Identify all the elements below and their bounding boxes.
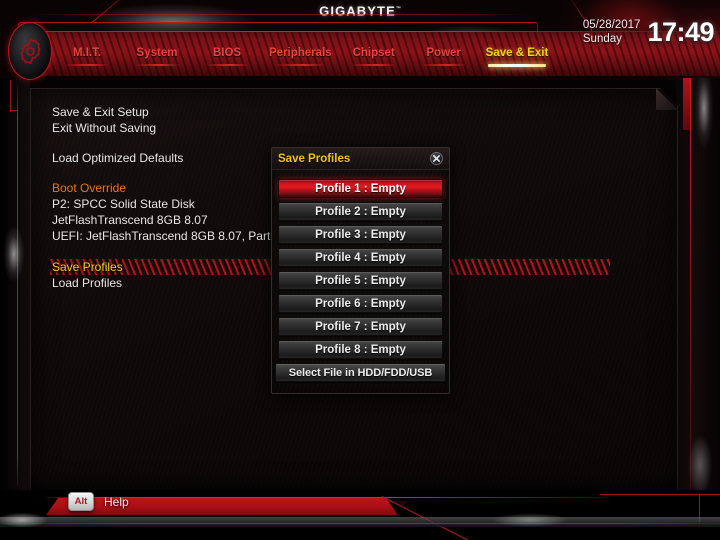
profile-button-label: Profile 7 : Empty (315, 320, 406, 333)
close-icon-glyph (432, 154, 441, 163)
tab-underline-active (487, 64, 547, 67)
tab-underline (134, 64, 180, 66)
dialog-titlebar: Save Profiles (272, 148, 449, 170)
tab-label: M.I.T. (72, 47, 102, 59)
profile-button-label: Profile 6 : Empty (315, 297, 406, 310)
menu-item-label: Load Profiles (52, 276, 123, 290)
profile-button-label: Profile 5 : Empty (315, 274, 406, 287)
header-thin-line (30, 14, 530, 15)
menu-item-exit-without-saving[interactable]: Exit Without Saving (50, 120, 610, 136)
trademark-symbol: ™ (395, 6, 401, 12)
footer-outer-line (600, 494, 720, 495)
profile-button-1[interactable]: Profile 1 : Empty (278, 179, 443, 198)
tab-label: Save & Exit (485, 47, 549, 59)
gear-icon-glyph (19, 38, 41, 64)
profile-button-5[interactable]: Profile 5 : Empty (278, 271, 443, 290)
profile-button-7[interactable]: Profile 7 : Empty (278, 317, 443, 336)
tab-underline (421, 64, 467, 66)
dialog-title: Save Profiles (278, 152, 351, 165)
tab-power[interactable]: Power (409, 46, 479, 66)
menu-item-label: Save Profiles (52, 260, 123, 274)
tab-bios[interactable]: BIOS (192, 46, 262, 66)
profile-button-2[interactable]: Profile 2 : Empty (278, 202, 443, 221)
gear-icon[interactable] (8, 22, 52, 80)
tab-label: Chipset (352, 47, 395, 59)
tab-underline (275, 64, 326, 66)
profile-button-4[interactable]: Profile 4 : Empty (278, 248, 443, 267)
tab-system[interactable]: System (122, 46, 192, 66)
tab-label: Power (426, 47, 461, 59)
current-time: 17:49 (647, 17, 714, 47)
tab-save-and-exit[interactable]: Save & Exit (479, 46, 556, 67)
profile-button-label: Profile 1 : Empty (315, 182, 406, 195)
date-block: 05/28/2017 Sunday (583, 18, 641, 46)
help-hint-group: Alt Help (68, 492, 129, 511)
menu-section-label: Boot Override (52, 181, 127, 195)
footer-glow-left (0, 510, 74, 538)
menu-item-label: P2: SPCC Solid State Disk (52, 197, 195, 211)
profile-button-6[interactable]: Profile 6 : Empty (278, 294, 443, 313)
profile-button-3[interactable]: Profile 3 : Empty (278, 225, 443, 244)
datetime-display: 05/28/2017 Sunday 17:49 (583, 17, 715, 47)
tab-label: System (136, 47, 178, 59)
nav-tabs: M.I.T. System BIOS Peripherals Chipset P… (52, 46, 555, 76)
bios-screen: GIGABYTE™ M.I.T. System BIOS Peripherals (0, 0, 720, 540)
menu-item-save-and-exit-setup[interactable]: Save & Exit Setup (50, 104, 610, 120)
current-date: 05/28/2017 (582, 19, 641, 31)
menu-item-label: Save & Exit Setup (52, 105, 149, 119)
select-file-button[interactable]: Select File in HDD/FDD/USB (275, 363, 446, 382)
tab-underline (204, 64, 250, 66)
save-profiles-dialog: Save Profiles Profile 1 : Empty Profile … (271, 147, 450, 394)
alt-key-button[interactable]: Alt (68, 492, 94, 511)
menu-item-label: Exit Without Saving (52, 121, 157, 135)
profile-button-label: Profile 8 : Empty (315, 343, 406, 356)
footer-gray-band-line (0, 523, 720, 524)
tab-underline (64, 64, 110, 66)
left-accent-line-short (10, 80, 11, 112)
menu-item-label: UEFI: JetFlashTranscend 8GB 8.07, Partit… (52, 229, 279, 243)
close-icon[interactable] (430, 152, 443, 165)
footer-glow-middle (470, 508, 590, 534)
profile-button-8[interactable]: Profile 8 : Empty (278, 340, 443, 359)
profile-button-label: Profile 2 : Empty (315, 205, 406, 218)
footer-gray-band (0, 517, 720, 527)
tab-mit[interactable]: M.I.T. (52, 46, 122, 66)
tab-chipset[interactable]: Chipset (339, 46, 409, 66)
tab-underline (351, 64, 397, 66)
menu-item-label: JetFlashTranscend 8GB 8.07 (52, 213, 208, 227)
left-glow-highlight (0, 215, 32, 293)
tab-label: Peripherals (269, 47, 332, 59)
tab-label: BIOS (212, 47, 242, 59)
help-label: Help (104, 494, 129, 509)
select-file-label: Select File in HDD/FDD/USB (288, 366, 433, 379)
current-weekday: Sunday (582, 33, 622, 45)
dialog-body: Profile 1 : Empty Profile 2 : Empty Prof… (272, 170, 449, 390)
footer-red-highlight (46, 497, 606, 498)
right-glow-highlight-top (688, 78, 716, 188)
profile-button-label: Profile 4 : Empty (315, 251, 406, 264)
footer-triangle-marker (398, 501, 408, 507)
profile-button-label: Profile 3 : Empty (315, 228, 406, 241)
brand-name: GIGABYTE (319, 3, 396, 19)
tab-peripherals[interactable]: Peripherals (262, 46, 339, 66)
menu-item-label: Load Optimized Defaults (52, 151, 184, 165)
